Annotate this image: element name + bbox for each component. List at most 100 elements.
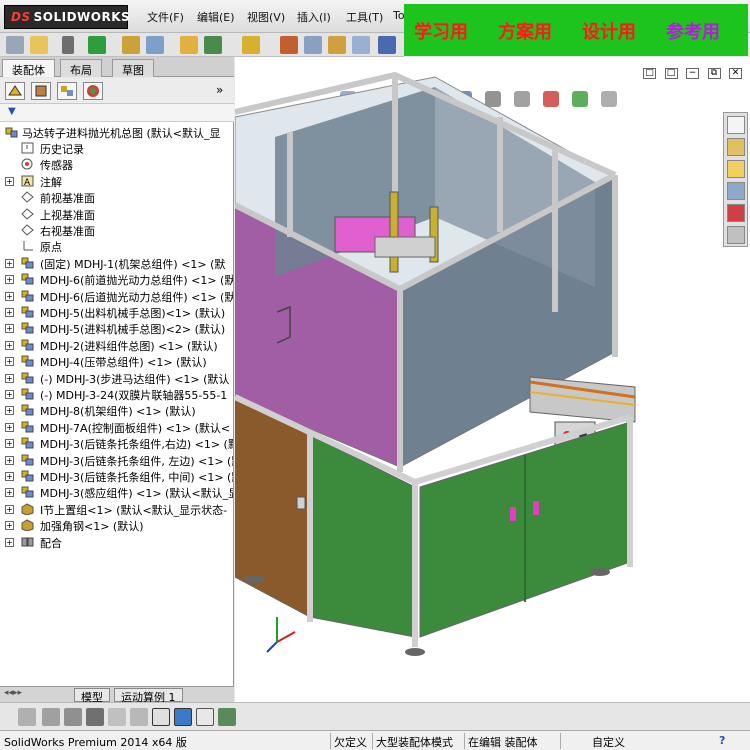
mate-icon[interactable]	[122, 36, 140, 54]
tree-item[interactable]: + I节上置组<1> (默认<默认_显示状态-	[0, 501, 233, 517]
menu-tools[interactable]: 工具(T)	[346, 9, 383, 25]
move-component-icon[interactable]	[242, 36, 260, 54]
expand-toggle-icon[interactable]: +	[5, 406, 14, 416]
expand-toggle-icon[interactable]: +	[5, 488, 14, 498]
design-library-icon[interactable]	[727, 138, 745, 156]
expand-toggle-icon[interactable]: +	[5, 176, 14, 186]
panel-more-icon[interactable]: »	[216, 83, 223, 97]
expand-toggle-icon[interactable]: +	[5, 472, 14, 481]
tree-item[interactable]: 前视基准面	[0, 189, 233, 206]
expand-toggle-icon[interactable]: +	[5, 258, 14, 268]
expand-toggle-icon[interactable]: +	[5, 373, 14, 383]
expand-toggle-icon[interactable]: +	[5, 324, 14, 334]
graphics-viewport[interactable]: ◂ □ □ − ⧉ ✕	[235, 57, 750, 702]
tree-item[interactable]: + MDHJ-4(压带总组件) <1> (默认)	[0, 353, 233, 369]
property-manager-icon[interactable]	[31, 82, 51, 100]
bill-of-materials-icon[interactable]	[378, 36, 396, 54]
expand-toggle-icon[interactable]: +	[5, 504, 14, 514]
tree-item[interactable]: + MDHJ-3(后链条托条组件, 左边) <1> (默	[0, 452, 233, 468]
tree-item[interactable]: + MDHJ-6(前道抛光动力总组件) <1> (默	[0, 271, 233, 287]
solidworks-resources-icon[interactable]	[727, 116, 745, 134]
tree-item[interactable]: 上视基准面	[0, 206, 233, 222]
appearances-icon[interactable]	[727, 204, 745, 222]
part-icon	[21, 519, 34, 532]
tree-item[interactable]: + MDHJ-8(机架组件) <1> (默认)	[0, 402, 233, 418]
tile-view-icon[interactable]	[196, 708, 214, 726]
filter-icon[interactable]: ▼	[8, 106, 16, 117]
configuration-manager-icon[interactable]	[57, 82, 77, 100]
tree-item[interactable]: + MDHJ-3(后链条托条组件,右边) <1> (默	[0, 435, 233, 451]
tree-item[interactable]: + 加强角钢<1> (默认)	[0, 517, 233, 533]
tab-layout[interactable]: 布局	[60, 59, 102, 77]
shaded-edges-icon[interactable]	[64, 708, 82, 726]
expand-toggle-icon[interactable]: +	[5, 537, 14, 547]
zoom-icon[interactable]	[130, 708, 148, 726]
smart-fasteners-icon[interactable]	[204, 36, 222, 54]
section-icon[interactable]	[152, 708, 170, 726]
tree-item[interactable]: 原点	[0, 238, 233, 254]
tab-assembly[interactable]: 装配体	[2, 59, 55, 77]
tree-item[interactable]: 传感器	[0, 156, 233, 172]
new-document-icon[interactable]	[6, 36, 24, 54]
tree-item[interactable]: + (-) MDHJ-3(步进马达组件) <1> (默认	[0, 370, 233, 386]
display-manager-icon[interactable]	[83, 82, 103, 100]
perspective-icon[interactable]	[174, 708, 192, 726]
component-preview-icon[interactable]	[146, 36, 164, 54]
grid-view-icon[interactable]	[108, 708, 126, 726]
tab-model[interactable]: 模型	[74, 688, 110, 704]
feature-manager-icon[interactable]	[5, 82, 25, 100]
expand-toggle-icon[interactable]: +	[5, 455, 14, 465]
tab-motion-study-1[interactable]: 运动算例 1	[114, 688, 183, 704]
new-motion-study-icon[interactable]	[352, 36, 370, 54]
assembly-features-icon[interactable]	[304, 36, 322, 54]
menu-truncated[interactable]: To	[393, 9, 405, 22]
menu-view[interactable]: 视图(V)	[247, 9, 285, 25]
reference-geometry-icon[interactable]	[328, 36, 346, 54]
expand-toggle-icon[interactable]: +	[5, 422, 14, 432]
tree-item[interactable]: + (固定) MDHJ-1(机架总组件) <1> (默	[0, 255, 233, 271]
edit-component-icon[interactable]	[62, 36, 74, 54]
list-view-icon[interactable]	[86, 708, 104, 726]
tree-root[interactable]: 马达转子进料抛光机总图 (默认<默认_显	[0, 124, 233, 140]
tree-item[interactable]: 历史记录	[0, 140, 233, 156]
show-hidden-icon[interactable]	[280, 36, 298, 54]
expand-toggle-icon[interactable]: +	[5, 390, 14, 399]
scroll-arrows-icon[interactable]: ◂◂▸▸	[4, 688, 22, 698]
tree-item[interactable]: + MDHJ-7A(控制面板组件) <1> (默认<	[0, 419, 233, 435]
solidworks-logo[interactable]: DS SOLIDWORKS	[4, 5, 130, 29]
tree-item[interactable]: 右视基准面	[0, 222, 233, 238]
expand-toggle-icon[interactable]: +	[5, 357, 14, 367]
expand-toggle-icon[interactable]: +	[5, 340, 14, 350]
expand-toggle-icon[interactable]: +	[5, 439, 14, 449]
expand-toggle-icon[interactable]: +	[5, 521, 14, 531]
tree-item[interactable]: + (-) MDHJ-3-24(双膜片联轴器55-55-1	[0, 386, 233, 402]
view-palette-icon[interactable]	[727, 182, 745, 200]
tree-item-label: 前视基准面	[40, 192, 95, 206]
expand-toggle-icon[interactable]: +	[5, 308, 14, 317]
tree-item[interactable]: + 配合	[0, 534, 233, 550]
menu-file[interactable]: 文件(F)	[147, 9, 184, 25]
expand-toggle-icon[interactable]: +	[5, 291, 14, 301]
custom-properties-icon[interactable]	[727, 226, 745, 244]
menu-insert[interactable]: 插入(I)	[297, 9, 331, 25]
help-icon[interactable]: ?	[719, 734, 725, 747]
tree-item[interactable]: + MDHJ-5(出料机械手总图)<1> (默认)	[0, 304, 233, 320]
tree-item[interactable]: + MDHJ-2(进料组件总图) <1> (默认)	[0, 337, 233, 353]
tree-item[interactable]: + MDHJ-3(后链条托条组件, 中间) <1> (默	[0, 468, 233, 484]
tree-item[interactable]: + MDHJ-5(进料机械手总图)<2> (默认)	[0, 320, 233, 336]
tree-item[interactable]: + MDHJ-3(感应组件) <1> (默认<默认_显	[0, 484, 233, 500]
menu-edit[interactable]: 编辑(E)	[197, 9, 235, 25]
open-folder-icon[interactable]	[30, 36, 48, 54]
file-explorer-icon[interactable]	[727, 160, 745, 178]
banner-word-design: 设计用	[582, 22, 636, 43]
linear-pattern-icon[interactable]	[180, 36, 198, 54]
tree-item[interactable]: + MDHJ-6(后道抛光动力总组件) <1> (默	[0, 288, 233, 304]
render-icon[interactable]	[218, 708, 236, 726]
tree-item[interactable]: + A 注解	[0, 173, 233, 189]
tab-sketch[interactable]: 草图	[112, 59, 154, 77]
hidden-lines-icon[interactable]	[42, 708, 60, 726]
status-units[interactable]: 自定义	[592, 734, 625, 750]
wireframe-icon[interactable]	[18, 708, 36, 726]
expand-toggle-icon[interactable]: +	[5, 275, 14, 285]
insert-component-icon[interactable]	[88, 36, 106, 54]
